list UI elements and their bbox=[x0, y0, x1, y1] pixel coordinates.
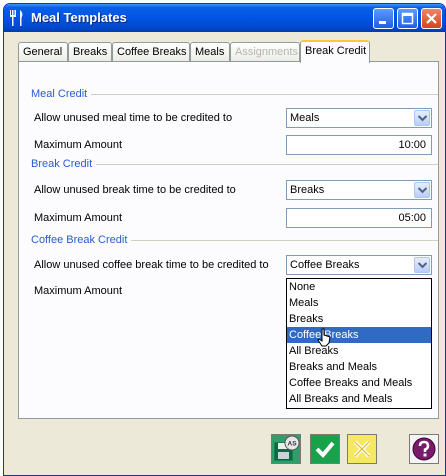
dropdown-option-breaks-and-meals[interactable]: Breaks and Meals bbox=[287, 359, 431, 375]
break-credit-label: Allow unused break time to be credited t… bbox=[34, 184, 236, 196]
ok-check-icon bbox=[315, 441, 335, 458]
dropdown-option-none[interactable]: None bbox=[287, 279, 431, 295]
save-as-button[interactable]: AS bbox=[271, 434, 301, 464]
meal-credit-select[interactable]: Meals bbox=[286, 108, 432, 128]
tab-meals[interactable]: Meals bbox=[190, 42, 230, 62]
break-max-amount-label: Maximum Amount bbox=[34, 212, 123, 224]
coffee-credit-label: Allow unused coffee break time to be cre… bbox=[34, 259, 269, 271]
meal-templates-window: Meal Templates General Breaks Coffee Bre… bbox=[3, 3, 446, 476]
coffee-credit-title: Coffee Break Credit bbox=[31, 234, 132, 246]
tab-assignments: Assignments bbox=[230, 42, 300, 62]
dropdown-option-all-breaks[interactable]: All Breaks bbox=[287, 343, 431, 359]
meal-credit-label: Allow unused meal time to be credited to bbox=[34, 112, 233, 124]
meal-credit-divider bbox=[32, 94, 438, 95]
ok-button[interactable] bbox=[310, 434, 340, 464]
save-as-icon: AS bbox=[274, 435, 300, 461]
tab-general[interactable]: General bbox=[18, 42, 68, 62]
coffee-credit-value: Coffee Breaks bbox=[290, 259, 360, 271]
dropdown-option-coffee-breaks[interactable]: Coffee Breaks bbox=[287, 327, 431, 343]
break-max-amount-input[interactable]: 05:00 bbox=[286, 208, 432, 228]
dropdown-option-coffee-breaks-and-meals[interactable]: Coffee Breaks and Meals bbox=[287, 375, 431, 391]
close-button[interactable] bbox=[421, 8, 442, 29]
meal-max-amount-input[interactable]: 10:00 bbox=[286, 135, 432, 155]
tab-coffee-breaks[interactable]: Coffee Breaks bbox=[112, 42, 190, 62]
close-icon bbox=[426, 13, 437, 24]
break-max-amount-value: 05:00 bbox=[398, 212, 426, 224]
cancel-x-icon bbox=[353, 440, 371, 458]
meal-max-amount-label: Maximum Amount bbox=[34, 139, 123, 151]
minimize-button[interactable] bbox=[373, 8, 394, 29]
dropdown-arrow-icon[interactable] bbox=[414, 182, 430, 198]
title-bar[interactable]: Meal Templates bbox=[4, 4, 445, 32]
break-credit-value: Breaks bbox=[290, 184, 325, 196]
meal-credit-value: Meals bbox=[290, 112, 320, 124]
save-badge-text: AS bbox=[288, 441, 298, 448]
maximize-icon bbox=[401, 12, 414, 25]
dropdown-option-meals[interactable]: Meals bbox=[287, 295, 431, 311]
tab-break-credit[interactable]: Break Credit bbox=[300, 40, 370, 63]
break-credit-select[interactable]: Breaks bbox=[286, 180, 432, 200]
help-button[interactable] bbox=[409, 434, 439, 464]
mouse-cursor-icon bbox=[317, 328, 331, 347]
window-title: Meal Templates bbox=[31, 10, 127, 25]
coffee-credit-select[interactable]: Coffee Breaks bbox=[286, 255, 432, 275]
help-icon bbox=[412, 437, 436, 461]
break-credit-title: Break Credit bbox=[31, 158, 97, 170]
dropdown-arrow-icon[interactable] bbox=[414, 110, 430, 126]
meal-credit-title: Meal Credit bbox=[31, 88, 92, 100]
maximize-button[interactable] bbox=[397, 8, 418, 29]
meal-templates-icon bbox=[10, 10, 23, 26]
tab-breaks[interactable]: Breaks bbox=[68, 42, 112, 62]
dropdown-option-all-breaks-and-meals[interactable]: All Breaks and Meals bbox=[287, 391, 431, 407]
coffee-credit-dropdown-list[interactable]: None Meals Breaks Coffee Breaks All Brea… bbox=[286, 278, 432, 409]
dropdown-arrow-icon[interactable] bbox=[414, 257, 430, 273]
dropdown-option-breaks[interactable]: Breaks bbox=[287, 311, 431, 327]
cancel-button[interactable] bbox=[347, 434, 377, 464]
meal-max-amount-value: 10:00 bbox=[398, 139, 426, 151]
coffee-max-amount-label: Maximum Amount bbox=[34, 285, 123, 297]
minimize-icon bbox=[379, 21, 386, 24]
